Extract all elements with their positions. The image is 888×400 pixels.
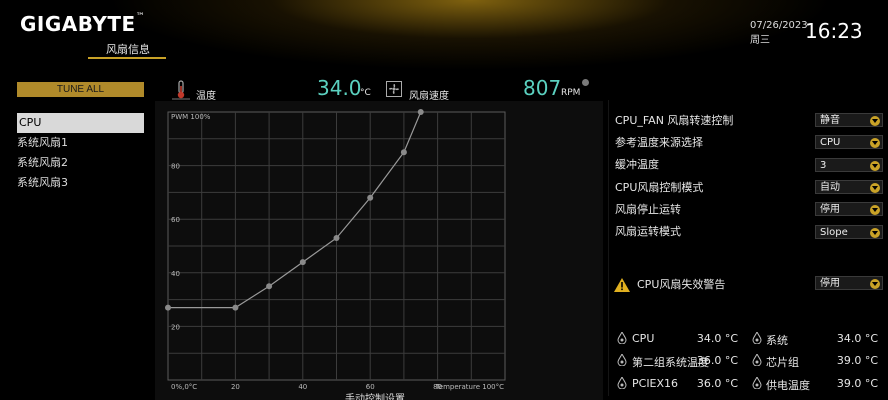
- page-title: 风扇信息: [106, 43, 150, 56]
- setting-label-control-mode: CPU风扇控制模式: [615, 181, 704, 194]
- x-tick-label: 40: [298, 383, 307, 391]
- chevron-down-icon: [870, 228, 880, 238]
- weekday-text: 周三: [750, 35, 770, 46]
- select-fail-warning-value: 停用: [820, 278, 840, 289]
- curve-point-4[interactable]: [333, 234, 340, 241]
- select-buffer-temp-value: 3: [820, 160, 827, 171]
- setting-label-run-mode: 风扇运转模式: [615, 225, 681, 238]
- temp-label-pciex16: PCIEX16: [632, 377, 679, 390]
- chart-caption: 手动控制设置: [345, 392, 405, 400]
- chevron-down-icon: [870, 183, 880, 193]
- x-tick-label: 80: [433, 383, 442, 391]
- fan-status-dot: [582, 79, 589, 86]
- fan-speed-label: 风扇速度: [409, 91, 449, 102]
- temp-value-vrm: 39.0 °C: [836, 377, 878, 390]
- fan-curve-line: [168, 111, 422, 309]
- select-run-mode[interactable]: Slope: [815, 225, 883, 239]
- y-tick-label: 20: [171, 323, 180, 331]
- chevron-down-icon: [870, 161, 880, 171]
- fan-item-sys2[interactable]: 系统风扇2: [17, 153, 144, 173]
- y-tick-label: 60: [171, 216, 180, 224]
- x-tick-label: 20: [231, 383, 240, 391]
- select-run-mode-value: Slope: [820, 227, 848, 238]
- curve-point-6[interactable]: [400, 149, 407, 156]
- select-buffer-temp[interactable]: 3: [815, 158, 883, 172]
- y-tick-label: 40: [171, 270, 180, 278]
- temperature-value: 34.0: [317, 76, 362, 100]
- x-tick-label: 60: [366, 383, 375, 391]
- temp-drop-icon: [752, 332, 762, 344]
- tune-all-button[interactable]: TUNE ALL: [17, 82, 144, 97]
- temp-value-system2: 36.0 °C: [696, 354, 738, 367]
- select-control-mode-value: 自动: [820, 182, 840, 193]
- temp-value-chipset: 39.0 °C: [836, 354, 878, 367]
- y-axis-title: PWM 100%: [171, 113, 211, 121]
- temp-value-system: 34.0 °C: [836, 332, 878, 345]
- fan-item-sys3[interactable]: 系统风扇3: [17, 173, 144, 193]
- select-fan-control-value: 静音: [820, 115, 840, 126]
- select-fan-stop[interactable]: 停用: [815, 202, 883, 216]
- curve-point-3[interactable]: [299, 259, 306, 266]
- origin-label: 0%,0°C: [171, 383, 197, 391]
- date-text: 07/26/2023: [750, 20, 808, 31]
- temp-label-cpu: CPU: [632, 332, 655, 345]
- temp-drop-icon: [617, 377, 627, 389]
- brand-logo: GIGABYTE™: [20, 12, 146, 36]
- temp-label-system: 系统: [766, 334, 788, 347]
- fan-item-cpu[interactable]: CPU: [17, 113, 144, 133]
- setting-label-buffer-temp: 缓冲温度: [615, 158, 659, 171]
- curve-point-5[interactable]: [367, 194, 374, 201]
- page-title-underline: [88, 57, 166, 59]
- curve-point-1[interactable]: [232, 304, 239, 311]
- x-axis-title: Temperature 100°C: [435, 383, 504, 391]
- temp-label-chipset: 芯片组: [766, 356, 799, 369]
- curve-point-0[interactable]: [165, 304, 171, 311]
- clock-text: 16:23: [805, 19, 863, 43]
- fail-warning-label: CPU风扇失效警告: [637, 278, 726, 291]
- temp-drop-icon: [752, 377, 762, 389]
- select-fail-warning[interactable]: 停用: [815, 276, 883, 290]
- fan-curve-svg[interactable]: PWM 100% 0%,0°C Temperature 100°C 手动控制设置…: [155, 101, 603, 400]
- select-fan-control[interactable]: 静音: [815, 113, 883, 127]
- chevron-down-icon: [870, 279, 880, 289]
- chevron-down-icon: [870, 205, 880, 215]
- temp-drop-icon: [617, 332, 627, 344]
- temp-value-pciex16: 36.0 °C: [696, 377, 738, 390]
- temp-drop-icon: [752, 354, 762, 366]
- temp-value-cpu: 34.0 °C: [696, 332, 738, 345]
- select-temp-source[interactable]: CPU: [815, 135, 883, 149]
- fan-icon: [386, 81, 402, 97]
- curve-point-2[interactable]: [266, 283, 273, 290]
- y-tick-label: 80: [171, 163, 180, 171]
- fan-speed-unit: RPM: [561, 88, 581, 98]
- temp-label-vrm: 供电温度: [766, 379, 810, 392]
- select-control-mode[interactable]: 自动: [815, 180, 883, 194]
- select-temp-source-value: CPU: [820, 137, 841, 148]
- chevron-down-icon: [870, 138, 880, 148]
- panel-divider: [608, 100, 609, 396]
- setting-label-fan-stop: 风扇停止运转: [615, 203, 681, 216]
- setting-label-fan-control: CPU_FAN 风扇转速控制: [615, 114, 734, 127]
- temperature-label: 温度: [196, 91, 216, 102]
- setting-label-temp-source: 参考温度来源选择: [615, 136, 703, 149]
- select-fan-stop-value: 停用: [820, 204, 840, 215]
- fan-item-sys1[interactable]: 系统风扇1: [17, 133, 144, 153]
- fan-speed-value: 807: [523, 76, 562, 100]
- temp-drop-icon: [617, 354, 627, 366]
- warning-icon: [614, 278, 630, 292]
- thermometer-icon: [172, 80, 190, 100]
- curve-point-7[interactable]: [417, 109, 424, 115]
- fan-curve-chart[interactable]: PWM 100% 0%,0°C Temperature 100°C 手动控制设置…: [155, 101, 603, 400]
- temperature-unit: °C: [360, 88, 371, 98]
- chevron-down-icon: [870, 116, 880, 126]
